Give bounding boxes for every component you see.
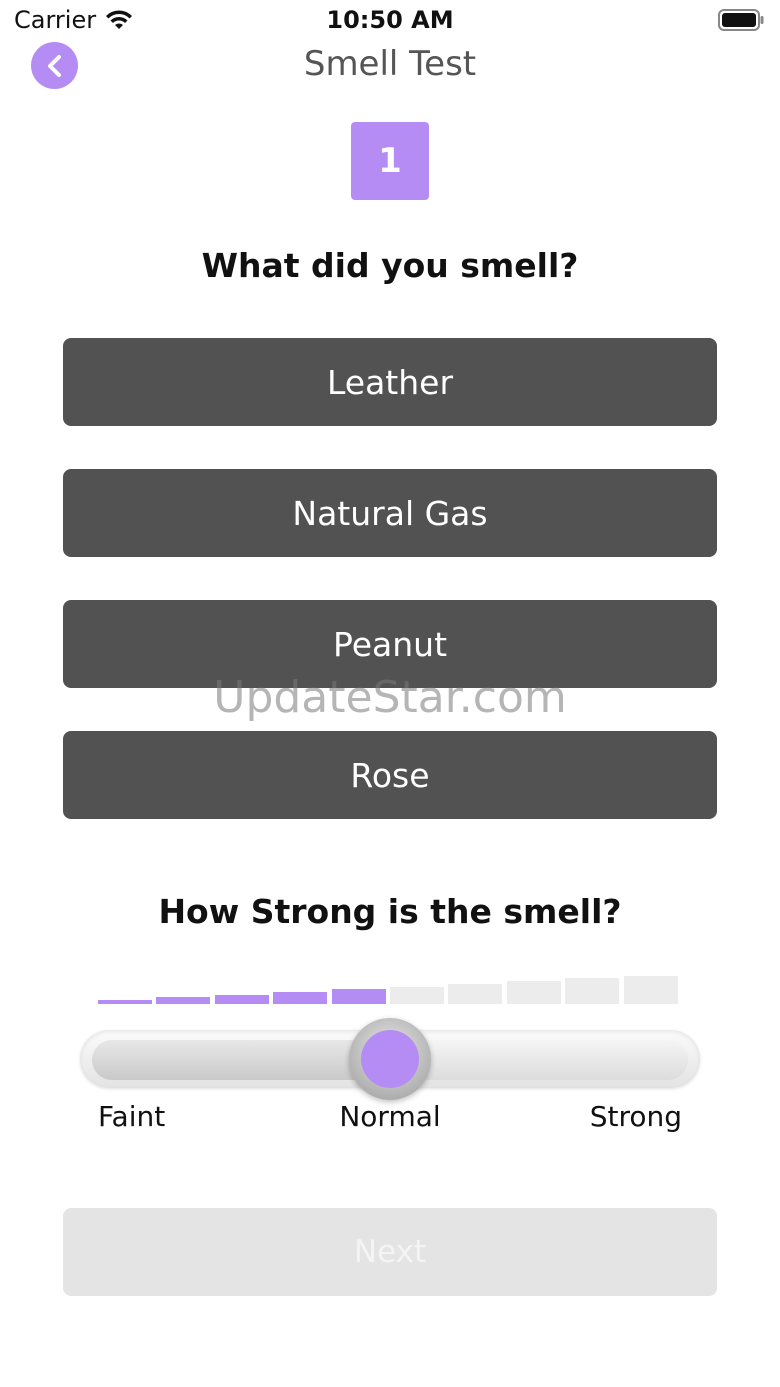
strength-level-bar	[331, 989, 386, 1004]
next-button[interactable]: Next	[63, 1208, 717, 1296]
slider-thumb[interactable]	[349, 1018, 431, 1100]
strength-level-bar	[156, 997, 211, 1004]
option-natural-gas-button[interactable]: Natural Gas	[63, 469, 717, 557]
strength-level-bar	[98, 1000, 152, 1004]
step-number-badge: 1	[351, 122, 429, 200]
strength-level-bar	[448, 983, 503, 1004]
strength-level-bar	[623, 975, 678, 1004]
page-title: Smell Test	[303, 44, 477, 84]
status-time: 10:50 AM	[326, 6, 454, 34]
strength-level-bar	[273, 991, 328, 1004]
battery-icon	[718, 9, 764, 31]
slider-thumb-core	[361, 1030, 419, 1088]
option-peanut-button[interactable]: Peanut	[63, 600, 717, 688]
slider-fill	[92, 1040, 390, 1080]
status-bar: Carrier 10:50 AM	[0, 0, 780, 44]
strength-level-bar	[506, 981, 561, 1004]
label-strong: Strong	[589, 1100, 682, 1133]
strength-level-bar	[565, 978, 620, 1004]
strength-level-bar	[214, 994, 269, 1004]
smell-question: What did you smell?	[201, 246, 579, 285]
strength-level-bar	[390, 986, 444, 1004]
strength-question: How Strong is the smell?	[158, 892, 622, 931]
option-leather-button[interactable]: Leather	[63, 338, 717, 426]
strength-level-bars	[98, 970, 682, 1004]
option-rose-button[interactable]: Rose	[63, 731, 717, 819]
